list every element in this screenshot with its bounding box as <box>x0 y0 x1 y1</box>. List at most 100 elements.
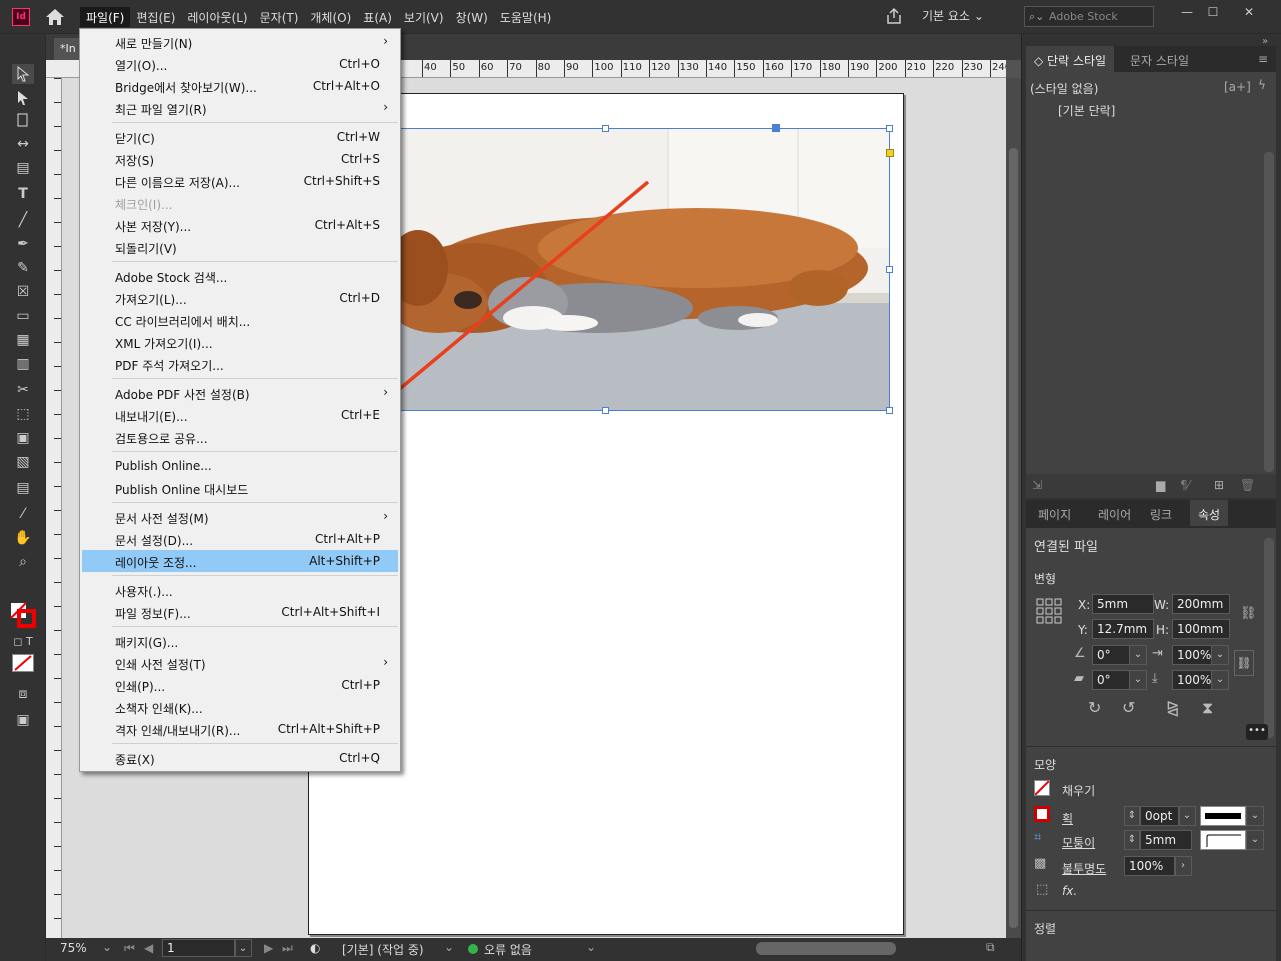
file-menu-item[interactable]: XML 가져오기(I)... <box>82 331 398 353</box>
file-menu-item[interactable]: 인쇄(P)... Ctrl+P <box>82 674 398 696</box>
chevron-down-icon[interactable]: ⌄ <box>1246 830 1264 850</box>
lightning-icon[interactable]: ϟ <box>1258 78 1266 92</box>
selection-handle[interactable] <box>886 407 893 414</box>
split-view-icon[interactable]: ⧉ <box>986 940 995 955</box>
next-page-icon[interactable]: ▶ <box>264 941 273 955</box>
fit-frame-icon[interactable]: ⬚ <box>1036 882 1048 897</box>
selection-handle[interactable] <box>602 125 609 132</box>
opacity-label[interactable]: 불투명도 <box>1062 860 1106 877</box>
master-status[interactable]: [기본] (작업 중) <box>342 941 424 958</box>
effects-button[interactable]: fx. <box>1062 884 1077 898</box>
chevron-down-icon[interactable]: ⌄ <box>102 940 112 954</box>
shear-field[interactable]: 0° <box>1092 670 1130 690</box>
new-style-icon[interactable]: [a+] <box>1224 80 1251 94</box>
stepper-icon[interactable]: ⇕ <box>1124 830 1140 850</box>
y-field[interactable]: 12.7mm <box>1092 619 1154 639</box>
chevron-down-icon[interactable]: ⌄ <box>1211 645 1229 665</box>
scrollbar-thumb[interactable] <box>1009 148 1018 928</box>
flip-vertical-icon[interactable]: ⧗ <box>1202 698 1213 718</box>
fill-stroke-swatch-icon[interactable] <box>10 602 36 628</box>
menu-3[interactable]: 문자(T) <box>254 7 305 27</box>
corner-options-icon[interactable]: ⌗ <box>1034 830 1041 845</box>
maximize-button[interactable]: ☐ <box>1200 4 1226 22</box>
trash-icon[interactable]: 🗑 <box>1240 478 1255 492</box>
file-menu-item[interactable]: 문서 설정(D)... Ctrl+Alt+P <box>82 528 398 550</box>
line-tool-icon[interactable]: ╱ <box>12 210 34 230</box>
file-menu-item[interactable]: 문서 사전 설정(M) › <box>82 506 398 528</box>
file-menu-item[interactable]: 내보내기(E)... Ctrl+E <box>82 404 398 426</box>
file-menu-item[interactable]: Adobe Stock 검색... <box>82 265 398 287</box>
gradient-swatch-tool-icon[interactable]: ▣ <box>12 428 34 448</box>
menu-6[interactable]: 보기(V) <box>398 7 450 27</box>
new-style-button-icon[interactable]: ⊞ <box>1214 478 1224 492</box>
rectangle-tool-icon[interactable]: ▭ <box>12 306 34 326</box>
grid-tool-icon[interactable]: ▥ <box>12 354 34 374</box>
tab-0[interactable]: 페이지 <box>1030 500 1079 526</box>
document-tab[interactable]: *In <box>54 38 82 60</box>
file-menu-item[interactable]: 사용자(.)... <box>82 579 398 601</box>
file-menu-item[interactable]: 레이아웃 조정... Alt+Shift+P <box>82 550 398 572</box>
file-menu-item[interactable]: 소책자 인쇄(K)... <box>82 696 398 718</box>
chevron-down-icon[interactable]: ⌄ <box>586 940 596 954</box>
stroke-type-swatch[interactable] <box>1200 806 1246 826</box>
flip-horizontal-icon[interactable]: ⧎ <box>1166 698 1179 717</box>
hand-tool-icon[interactable]: ✋ <box>12 528 34 548</box>
chevron-right-icon[interactable]: › <box>1174 856 1192 876</box>
chevron-down-icon[interactable]: ⌄ <box>1211 670 1229 690</box>
gap-tool-icon[interactable]: ↔ <box>12 134 34 154</box>
selection-handle[interactable] <box>886 125 893 132</box>
reference-point-icon[interactable] <box>1036 598 1062 624</box>
rotate-field[interactable]: 0° <box>1092 645 1130 665</box>
menu-7[interactable]: 창(W) <box>450 7 494 27</box>
apply-none-icon[interactable] <box>12 654 34 672</box>
image-tool-icon[interactable]: ▧ <box>12 452 34 472</box>
file-menu-item[interactable]: Adobe PDF 사전 설정(B) › <box>82 382 398 404</box>
file-menu-item[interactable]: 다른 이름으로 저장(A)... Ctrl+Shift+S <box>82 170 398 192</box>
apply-color-icon[interactable]: ◻ T <box>12 632 34 652</box>
file-menu-item[interactable]: 사본 저장(Y)... Ctrl+Alt+S <box>82 214 398 236</box>
file-menu-item[interactable]: CC 라이브러리에서 배치... <box>82 309 398 331</box>
file-menu-item[interactable]: PDF 주석 가져오기... <box>82 353 398 375</box>
stock-search-input[interactable]: ⌕⌄ Adobe Stock <box>1024 6 1154 27</box>
selection-handle[interactable] <box>886 266 893 273</box>
corner-label[interactable]: 모퉁이 <box>1062 834 1095 851</box>
direct-selection-tool-icon[interactable] <box>12 88 34 108</box>
file-menu-item[interactable]: 검토용으로 공유... <box>82 426 398 448</box>
selection-handle[interactable] <box>602 407 609 414</box>
h-field[interactable]: 100mm <box>1172 619 1230 639</box>
load-styles-icon[interactable]: ⇲ <box>1032 478 1042 492</box>
free-transform-tool-icon[interactable]: ⬚ <box>12 404 34 424</box>
preview-mode-icon[interactable]: ▣ <box>12 710 34 730</box>
stroke-label[interactable]: 획 <box>1062 810 1073 827</box>
style-none[interactable]: (스타일 없음) <box>1030 80 1098 97</box>
tab-paragraph-styles[interactable]: ◇ 단락 스타일 <box>1026 46 1115 72</box>
corner-size-field[interactable]: 5mm <box>1140 830 1192 850</box>
file-menu-item[interactable]: 가져오기(L)... Ctrl+D <box>82 287 398 309</box>
menu-2[interactable]: 레이아웃(L) <box>181 7 253 27</box>
file-menu-item[interactable]: 격자 인쇄/내보내기(R)... Ctrl+Alt+Shift+P <box>82 718 398 740</box>
screen-mode-icon[interactable]: ⧈ <box>12 684 34 704</box>
file-menu-item[interactable]: 저장(S) Ctrl+S <box>82 148 398 170</box>
page-tool-icon[interactable] <box>12 110 34 130</box>
pen-tool-icon[interactable]: ✒ <box>12 234 34 254</box>
x-field[interactable]: 5mm <box>1092 594 1154 614</box>
file-menu-item[interactable]: Publish Online 대시보드 <box>82 477 398 499</box>
selection-tool-icon[interactable] <box>12 64 34 84</box>
chevron-down-icon[interactable]: ⌄ <box>1246 806 1264 826</box>
first-page-icon[interactable]: ⏮ <box>124 941 135 956</box>
menu-1[interactable]: 편집(E) <box>130 7 181 27</box>
vertical-scrollbar[interactable] <box>1006 78 1021 938</box>
workspace-switcher[interactable]: 기본 요소 ⌄ <box>922 7 984 24</box>
w-field[interactable]: 200mm <box>1172 594 1230 614</box>
chevron-down-icon[interactable]: ⌄ <box>234 939 252 957</box>
file-menu-item[interactable]: 패키지(G)... <box>82 630 398 652</box>
stepper-icon[interactable]: ⇕ <box>1124 806 1140 826</box>
constrain-proportions-icon[interactable]: ⛓ <box>1240 606 1257 621</box>
corner-shape-swatch[interactable] <box>1200 830 1246 850</box>
stroke-weight-field[interactable]: 0opt <box>1140 806 1180 826</box>
file-menu-item[interactable]: 최근 파일 열기(R) › <box>82 97 398 119</box>
file-menu-item[interactable]: 열기(O)... Ctrl+O <box>82 53 398 75</box>
chevron-down-icon[interactable]: ⌄ <box>1129 645 1147 665</box>
file-menu-item[interactable]: 되돌리기(V) <box>82 236 398 258</box>
preflight-status[interactable]: 오류 없음 <box>484 941 532 958</box>
